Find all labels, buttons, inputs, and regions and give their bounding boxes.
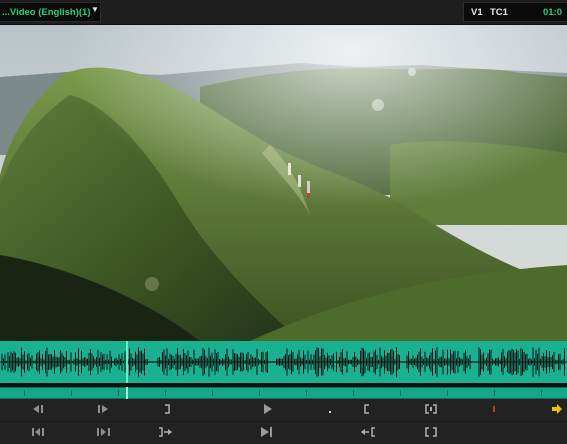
position-tick [165, 390, 166, 396]
position-tick [400, 390, 401, 396]
position-tick [353, 390, 354, 396]
go-to-in-button[interactable] [357, 423, 379, 443]
jog-forward-button[interactable] [92, 423, 114, 443]
viewer-header: ...Video (English)(1) ▼ V1 TC1 01:0 [0, 0, 567, 25]
timecode-display: 01:0 [543, 7, 563, 18]
track-selector[interactable]: V1 TC1 01:0 [463, 2, 567, 22]
go-to-out-icon [159, 427, 172, 438]
timecode-label: TC1 [490, 7, 508, 18]
playhead[interactable] [126, 341, 128, 383]
dot-icon [329, 411, 331, 414]
video-frame [0, 25, 567, 341]
transport-divider [0, 421, 567, 422]
play-to-end-button[interactable] [256, 423, 278, 443]
red-marker-icon [493, 406, 495, 413]
mark-clip-button[interactable] [422, 400, 440, 420]
position-tick [259, 390, 260, 396]
jog-back-button[interactable] [28, 423, 50, 443]
triangle-down-icon[interactable]: ▼ [91, 5, 99, 14]
clear-marks-icon [425, 427, 437, 438]
position-tick [71, 390, 72, 396]
mark-out-button[interactable] [158, 400, 176, 420]
go-to-in-icon [361, 427, 375, 438]
jog-forward-icon [97, 428, 110, 437]
play-icon [264, 404, 272, 415]
step-back-icon [33, 405, 43, 414]
position-tick [24, 390, 25, 396]
red-marker-button[interactable] [489, 400, 499, 420]
play-button[interactable] [258, 400, 278, 420]
position-bar[interactable] [0, 387, 567, 399]
step-back-button[interactable] [28, 400, 50, 420]
video-viewer[interactable] [0, 25, 567, 341]
audio-waveform[interactable] [0, 341, 567, 383]
position-tick [212, 390, 213, 396]
position-tick [118, 390, 119, 396]
position-tick [494, 390, 495, 396]
mark-in-icon [364, 404, 369, 415]
mark-clip-icon [425, 404, 437, 415]
go-to-out-button[interactable] [155, 423, 177, 443]
transport-controls [0, 399, 567, 444]
track-label: V1 [471, 7, 483, 18]
step-forward-button[interactable] [92, 400, 114, 420]
position-ticks [24, 390, 542, 396]
jog-back-icon [32, 428, 44, 437]
clip-name-menu[interactable]: ...Video (English)(1) ▼ [0, 2, 101, 22]
position-indicator[interactable] [126, 387, 128, 399]
mark-out-icon [165, 404, 170, 415]
clear-marks-button[interactable] [422, 423, 440, 443]
mark-in-button[interactable] [360, 400, 374, 420]
match-frame-arrow-icon [552, 404, 562, 415]
waveform-graphic [0, 347, 567, 377]
position-tick [306, 390, 307, 396]
dot-button[interactable] [325, 400, 335, 420]
position-tick [541, 390, 542, 396]
match-frame-button[interactable] [549, 400, 565, 420]
step-forward-icon [98, 405, 108, 414]
play-to-end-icon [261, 427, 272, 438]
position-tick [447, 390, 448, 396]
clip-title: ...Video (English)(1) [2, 7, 91, 18]
